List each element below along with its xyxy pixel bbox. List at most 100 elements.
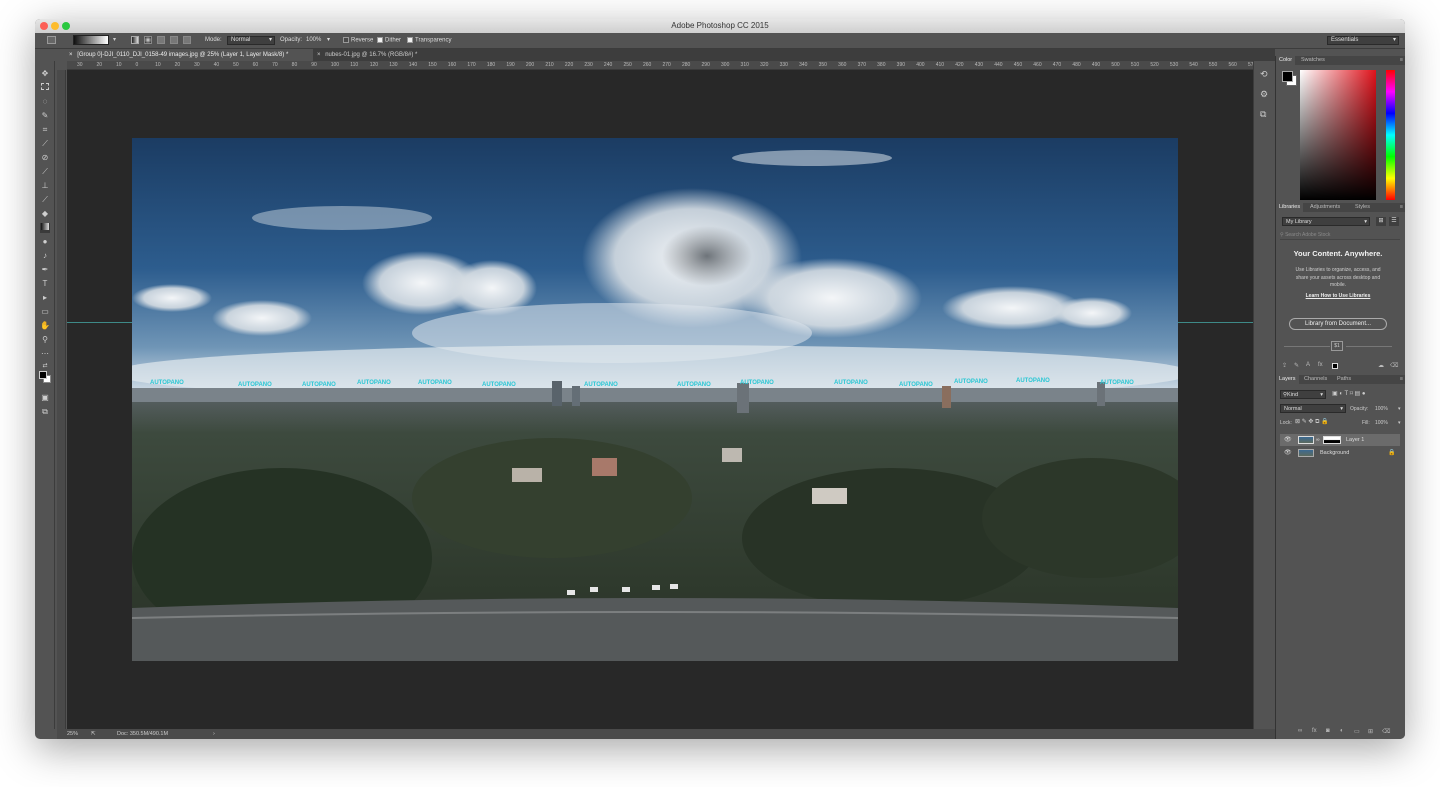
move-tool-icon[interactable]: ✥ <box>40 69 50 79</box>
workspace-select[interactable]: Essentials ▾ <box>1327 36 1399 45</box>
linear-gradient-icon[interactable] <box>131 36 139 44</box>
character-panel-icon[interactable]: ⧉ <box>1260 109 1266 120</box>
lock-all-icon[interactable]: 🔒 <box>1321 419 1328 425</box>
layer-mask-thumbnail[interactable] <box>1323 436 1341 444</box>
angle-gradient-icon[interactable] <box>157 36 165 44</box>
chevron-down-icon[interactable]: ▾ <box>327 36 330 43</box>
foreground-color-swatch[interactable] <box>39 371 47 379</box>
brush-icon[interactable]: ✎ <box>1294 362 1299 369</box>
canvas-area[interactable]: AUTOPANO AUTOPANO AUTOPANO AUTOPANO AUTO… <box>67 70 1277 729</box>
layer-style-icon[interactable]: fx <box>1318 362 1323 368</box>
panorama-image[interactable]: AUTOPANO AUTOPANO AUTOPANO AUTOPANO AUTO… <box>132 138 1178 661</box>
rectangle-tool-icon[interactable]: ▭ <box>40 307 50 317</box>
lasso-tool-icon[interactable]: ◌ <box>40 97 50 107</box>
close-window-button[interactable] <box>40 22 48 30</box>
history-brush-tool-icon[interactable]: ⟋ <box>40 195 50 205</box>
path-selection-tool-icon[interactable]: ▸ <box>40 293 50 303</box>
properties-panel-icon[interactable]: ⚙ <box>1260 89 1268 100</box>
panel-menu-icon[interactable]: ≡ <box>1400 56 1403 65</box>
layer-row-background[interactable]: 👁 Background 🔒 <box>1280 447 1400 459</box>
history-panel-icon[interactable]: ⟲ <box>1260 69 1268 80</box>
type-filter-icon[interactable]: T <box>1345 391 1349 397</box>
reverse-checkbox[interactable]: Reverse <box>343 37 373 44</box>
add-mask-icon[interactable]: ◙ <box>1326 728 1330 734</box>
screen-mode-icon[interactable]: ⧉ <box>40 407 50 417</box>
panel-menu-icon[interactable]: ≡ <box>1400 375 1403 384</box>
export-icon[interactable]: ⇱ <box>91 729 96 739</box>
zoom-tool-icon[interactable]: ⚲ <box>40 335 50 345</box>
document-size[interactable]: Doc: 350.5M/490.1M <box>117 729 168 739</box>
layer-style-icon[interactable]: fx <box>1312 728 1317 734</box>
tab-layers[interactable]: Layers <box>1276 375 1299 384</box>
adjustment-layer-icon[interactable]: ◐ <box>1340 728 1344 734</box>
visibility-eye-icon[interactable]: 👁 <box>1284 447 1292 459</box>
document-tab-active[interactable]: × [Group 0]-DJI_0110_DJI_0158-49 images.… <box>65 49 313 61</box>
new-group-icon[interactable]: ▭ <box>1354 728 1360 735</box>
close-icon[interactable]: × <box>317 52 321 58</box>
delete-layer-icon[interactable]: ⌫ <box>1382 728 1390 735</box>
layer-thumbnail[interactable] <box>1298 449 1314 457</box>
tab-libraries[interactable]: Libraries <box>1276 203 1304 212</box>
library-from-document-button[interactable]: Library from Document... <box>1289 318 1387 330</box>
gradient-tool-preset-icon[interactable] <box>47 36 56 44</box>
pen-tool-icon[interactable]: ✒ <box>40 265 50 275</box>
clone-stamp-tool-icon[interactable]: ⊥ <box>40 181 50 191</box>
character-style-icon[interactable]: A <box>1306 362 1310 368</box>
more-tools-icon[interactable]: ⋯ <box>40 349 50 359</box>
healing-brush-tool-icon[interactable]: ⊘ <box>40 153 50 163</box>
adjustment-filter-icon[interactable]: ◐ <box>1339 391 1343 397</box>
gradient-swatch[interactable] <box>73 35 109 45</box>
add-graphic-icon[interactable]: ⇪ <box>1282 362 1287 369</box>
grid-view-icon[interactable]: ⊞ <box>1376 217 1386 226</box>
library-select[interactable]: My Library ▾ <box>1282 217 1370 226</box>
diamond-gradient-icon[interactable] <box>183 36 191 44</box>
quick-mask-icon[interactable]: ▣ <box>40 393 50 403</box>
color-field[interactable] <box>1300 70 1376 200</box>
dodge-tool-icon[interactable]: ♪ <box>40 251 50 261</box>
document-tab[interactable]: × nubes-01.jpg @ 16.7% (RGB/8#) * <box>313 49 463 61</box>
layer-row-layer-1[interactable]: 👁 ∞ Layer 1 <box>1280 434 1400 446</box>
tab-adjustments[interactable]: Adjustments <box>1307 203 1343 212</box>
opacity-value[interactable]: 100% <box>306 37 321 43</box>
zoom-window-button[interactable] <box>62 22 70 30</box>
dither-checkbox[interactable]: Dither <box>377 37 401 44</box>
layer-name[interactable]: Layer 1 <box>1346 434 1364 446</box>
stock-search-input[interactable]: ⚲ Search Adobe Stock <box>1280 231 1400 240</box>
visibility-eye-icon[interactable]: 👁 <box>1284 434 1292 446</box>
layer-thumbnail[interactable] <box>1298 436 1314 444</box>
hue-slider[interactable] <box>1386 70 1395 200</box>
lock-image-icon[interactable]: ✎ <box>1302 419 1307 425</box>
shape-filter-icon[interactable]: ⌑ <box>1350 391 1353 397</box>
lock-transparent-icon[interactable]: ⊠ <box>1295 419 1300 425</box>
hand-tool-icon[interactable]: ✋ <box>40 321 50 331</box>
tab-styles[interactable]: Styles <box>1352 203 1373 212</box>
mode-select[interactable]: Normal ▾ <box>227 36 275 45</box>
layer-filter-select[interactable]: ⚲Kind ▾ <box>1280 390 1326 399</box>
cloud-sync-icon[interactable]: ☁ <box>1378 362 1384 369</box>
vertical-ruler[interactable] <box>57 70 66 730</box>
chevron-down-icon[interactable]: ▾ <box>1398 406 1401 412</box>
layer-name[interactable]: Background <box>1320 447 1349 459</box>
link-icon[interactable]: ∞ <box>1316 434 1320 446</box>
fill-color-icon[interactable] <box>1332 363 1338 369</box>
eyedropper-tool-icon[interactable]: ⟋ <box>40 139 50 149</box>
close-icon[interactable]: × <box>69 52 73 58</box>
smart-object-filter-icon[interactable]: ▤ <box>1355 391 1361 397</box>
lock-position-icon[interactable]: ✥ <box>1308 419 1313 425</box>
foreground-swatch[interactable] <box>1282 71 1293 82</box>
chevron-down-icon[interactable]: ▾ <box>1398 420 1401 426</box>
blur-tool-icon[interactable]: ● <box>40 237 50 247</box>
transparency-checkbox[interactable]: Transparency <box>407 37 451 44</box>
horizontal-ruler[interactable]: 30 20 10 0 10 20 30 40 50 60 70 80 90 100 110 120 130 140… <box>67 61 1277 70</box>
type-tool-icon[interactable]: T <box>40 279 50 289</box>
zoom-level[interactable]: 25% <box>67 729 78 739</box>
fill-value[interactable]: 100% <box>1375 420 1388 426</box>
layer-opacity-value[interactable]: 100% <box>1375 406 1388 412</box>
new-layer-icon[interactable]: ⊞ <box>1368 728 1373 735</box>
learn-libraries-link[interactable]: Learn How to Use Libraries <box>1276 293 1400 299</box>
swap-colors-icon[interactable]: ⇄ <box>40 361 50 371</box>
minimize-window-button[interactable] <box>51 22 59 30</box>
tab-paths[interactable]: Paths <box>1334 375 1354 384</box>
pixel-filter-icon[interactable]: ▣ <box>1332 391 1338 397</box>
link-layers-icon[interactable]: ∞ <box>1298 728 1302 734</box>
